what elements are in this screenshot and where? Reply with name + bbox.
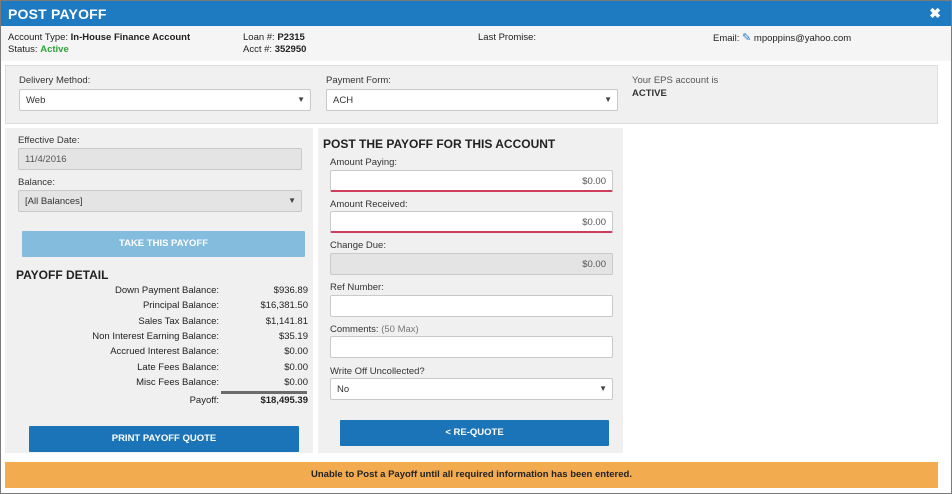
- edit-icon[interactable]: ✎: [742, 32, 751, 44]
- last-promise: Last Promise:: [478, 32, 537, 43]
- comments-label: Comments: (50 Max): [330, 324, 419, 335]
- chevron-down-icon: ▼: [599, 384, 607, 393]
- payoff-total: $18,495.39: [260, 395, 308, 406]
- email-info: Email: ✎ mpoppins@yahoo.com: [713, 32, 852, 44]
- dialog-titlebar: POST PAYOFF ✖: [1, 1, 951, 26]
- detail-row: Misc Fees Balance: $0.00: [136, 377, 308, 388]
- account-status: Status: Active: [8, 44, 69, 55]
- delivery-method-select[interactable]: Web ▼: [19, 89, 311, 111]
- close-icon[interactable]: ✖: [929, 5, 941, 22]
- detail-row: Non Interest Earning Balance: $35.19: [92, 331, 308, 342]
- chevron-down-icon: ▼: [288, 196, 296, 205]
- payoff-detail-title: PAYOFF DETAIL: [16, 268, 109, 282]
- detail-row: Down Payment Balance: $936.89: [114, 285, 308, 296]
- email-value: mpoppins@yahoo.com: [753, 33, 852, 44]
- effective-date-label: Effective Date:: [18, 135, 80, 146]
- amount-paying-input[interactable]: $0.00: [330, 170, 613, 192]
- chevron-down-icon: ▼: [604, 95, 612, 104]
- acct-number-value: 352950: [274, 44, 307, 55]
- take-payoff-button[interactable]: TAKE THIS PAYOFF: [22, 231, 305, 257]
- detail-row: Accrued Interest Balance: $0.00: [110, 346, 308, 357]
- eps-label: Your EPS account is: [632, 75, 719, 86]
- account-type: Account Type: In-House Finance Account: [8, 32, 191, 43]
- total-divider: [221, 391, 307, 394]
- balance-select[interactable]: [All Balances] ▼: [18, 190, 302, 212]
- detail-row: Sales Tax Balance: $1,141.81: [138, 316, 308, 327]
- dialog-title: POST PAYOFF: [8, 6, 107, 22]
- post-payoff-title: POST THE PAYOFF FOR THIS ACCOUNT: [323, 137, 556, 151]
- payoff-quote-panel: Effective Date: 11/4/2016 Balance: [All …: [5, 128, 313, 453]
- delivery-section: Delivery Method: Web ▼ Payment Form: ACH…: [5, 65, 938, 124]
- write-off-select[interactable]: No ▼: [330, 378, 613, 400]
- requote-button[interactable]: < RE-QUOTE: [340, 420, 609, 446]
- print-payoff-quote-button[interactable]: PRINT PAYOFF QUOTE: [29, 426, 299, 452]
- chevron-down-icon: ▼: [297, 95, 305, 104]
- detail-row: Late Fees Balance: $0.00: [137, 362, 308, 373]
- account-type-value: In-House Finance Account: [70, 32, 191, 43]
- amount-received-label: Amount Received:: [330, 199, 408, 210]
- loan-number-value: P2315: [277, 32, 305, 43]
- amount-received-input[interactable]: $0.00: [330, 211, 613, 233]
- detail-row: Principal Balance: $16,381.50: [142, 300, 308, 311]
- post-payoff-panel: POST THE PAYOFF FOR THIS ACCOUNT Amount …: [318, 128, 623, 453]
- balance-label: Balance:: [18, 177, 55, 188]
- post-payoff-dialog: POST PAYOFF ✖ Account Type: In-House Fin…: [0, 0, 952, 494]
- loan-number: Loan #: P2315: [243, 32, 305, 43]
- delivery-method-label: Delivery Method:: [19, 75, 91, 86]
- amount-paying-label: Amount Paying:: [330, 157, 398, 168]
- write-off-label: Write Off Uncollected?: [330, 366, 425, 377]
- payoff-total-row: Payoff: $18,495.39: [189, 395, 308, 406]
- comments-input[interactable]: [330, 336, 613, 358]
- eps-status: ACTIVE: [632, 88, 667, 99]
- warning-banner: Unable to Post a Payoff until all requir…: [5, 462, 938, 488]
- account-info-bar: Account Type: In-House Finance Account S…: [1, 26, 951, 61]
- change-due-label: Change Due:: [330, 240, 386, 251]
- ref-number-input[interactable]: [330, 295, 613, 317]
- status-badge: Active: [40, 44, 69, 55]
- payment-form-label: Payment Form:: [326, 75, 391, 86]
- acct-number: Acct #: 352950: [243, 44, 307, 55]
- change-due-field: $0.00: [330, 253, 613, 275]
- effective-date-input[interactable]: 11/4/2016: [18, 148, 302, 170]
- ref-number-label: Ref Number:: [330, 282, 384, 293]
- payment-form-select[interactable]: ACH ▼: [326, 89, 618, 111]
